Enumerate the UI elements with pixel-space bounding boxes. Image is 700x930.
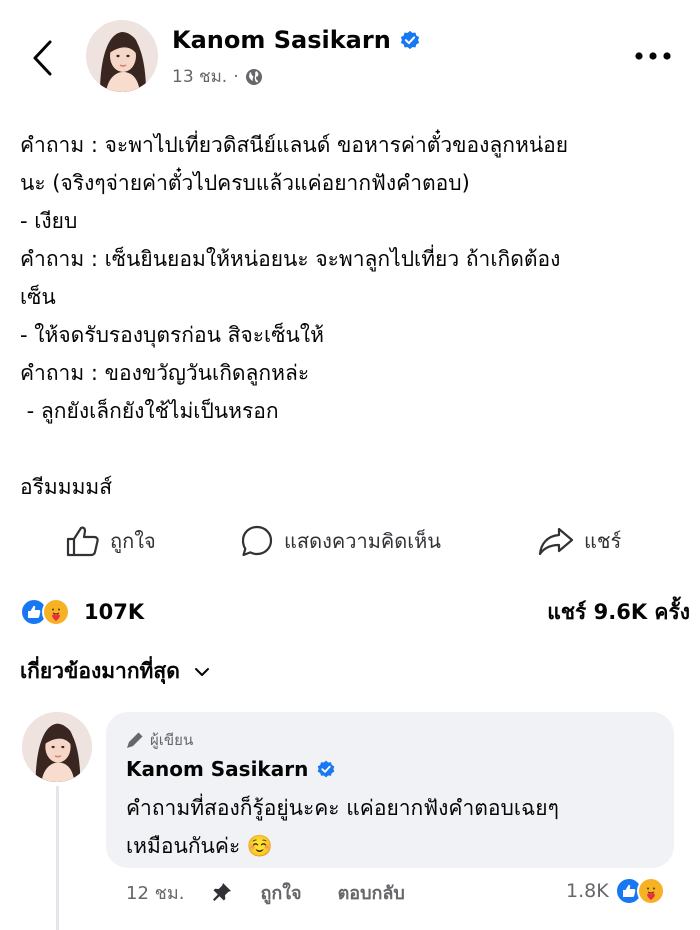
post-author[interactable]: Kanom Sasikarn	[172, 26, 421, 54]
post-text-line: - เงียบ	[20, 209, 78, 233]
pen-icon	[127, 732, 143, 748]
share-button[interactable]: แชร์	[538, 516, 621, 566]
meta-separator: ·	[233, 66, 239, 87]
comment-text-line: คำถามที่สองก็รู้อยู่นะคะ แค่อยากฟังคำตอบ…	[126, 796, 559, 820]
comment-reactions-count: 1.8K	[566, 880, 609, 902]
comment-thread-line	[56, 786, 59, 930]
comment-author[interactable]: Kanom Sasikarn	[126, 757, 336, 781]
care-reaction-icon	[42, 598, 70, 626]
comment-like-button[interactable]: ถูกใจ	[260, 878, 301, 907]
post-text-line: คำถาม : จะพาไปเที่ยวดิสนีย์แลนด์ ขอหารค่…	[20, 133, 569, 157]
post-text-line: นะ (จริงๆจ่ายค่าตั๋วไปครบแล้วแค่อยากฟังค…	[20, 171, 470, 195]
share-arrow-icon	[538, 527, 574, 556]
verified-badge-icon	[318, 760, 335, 778]
comment-time[interactable]: 12 ชม.	[126, 878, 184, 907]
like-label: ถูกใจ	[110, 529, 156, 553]
pin-icon	[212, 882, 232, 902]
post-text-line: อรีมมมมส์	[20, 475, 113, 499]
reactions-summary[interactable]: 107K	[20, 592, 144, 632]
comment-label: แสดงความคิดเห็น	[284, 529, 441, 553]
more-options-button[interactable]	[630, 42, 676, 70]
author-badge: ผู้เขียน	[126, 728, 193, 752]
post-body: คำถาม : จะพาไปเที่ยวดิสนีย์แลนด์ ขอหารค่…	[20, 126, 690, 506]
comment-bubble-icon	[241, 525, 273, 557]
comment-meta: 12 ชม. ถูกใจ ตอบกลับ	[126, 877, 405, 907]
comment-sort-dropdown[interactable]: เกี่ยวข้องมากที่สุด	[20, 655, 210, 688]
comment-author-name: Kanom Sasikarn	[126, 757, 309, 781]
post-text-line: - ให้จดรับรองบุตรก่อน สิจะเซ็นให้	[20, 323, 324, 347]
back-arrow-icon	[33, 40, 52, 76]
share-label: แชร์	[584, 529, 622, 553]
more-dots-icon	[635, 52, 671, 60]
post-text-line: คำถาม : เซ็นยินยอมให้หน่อยนะ จะพาลูกไปเท…	[20, 247, 561, 271]
post-action-bar: ถูกใจ แสดงความคิดเห็น แชร์	[0, 516, 700, 566]
chevron-down-icon	[194, 667, 209, 676]
comment-reply-button[interactable]: ตอบกลับ	[338, 878, 405, 907]
post-author-name: Kanom Sasikarn	[172, 26, 391, 54]
avatar-photo	[86, 20, 158, 92]
avatar-photo	[22, 712, 92, 782]
comment-text-line: เหมือนกันค่ะ ☺️	[126, 834, 274, 858]
thumbs-up-icon	[66, 526, 99, 557]
comment-button[interactable]: แสดงความคิดเห็น	[240, 516, 441, 566]
comment-text: คำถามที่สองก็รู้อยู่นะคะ แค่อยากฟังคำตอบ…	[126, 789, 662, 865]
post-text-line: คำถาม : ของขวัญวันเกิดลูกหล่ะ	[20, 361, 310, 385]
post-meta: 13 ชม. ·	[172, 63, 263, 90]
shares-count[interactable]: แชร์ 9.6K ครั้ง	[547, 596, 690, 629]
author-badge-label: ผู้เขียน	[150, 731, 194, 749]
like-button[interactable]: ถูกใจ	[66, 516, 156, 566]
care-reaction-icon	[636, 877, 665, 905]
post-text-line: - ลูกยังเล็กยังใช้ไม่เป็นหรอก	[20, 399, 279, 423]
comment-reactions[interactable]: 1.8K	[566, 875, 665, 907]
commenter-avatar[interactable]	[22, 712, 92, 782]
verified-badge-icon	[400, 30, 419, 50]
sort-label: เกี่ยวข้องมากที่สุด	[20, 659, 180, 683]
globe-icon	[245, 68, 262, 85]
back-button[interactable]	[22, 36, 62, 80]
post-time[interactable]: 13 ชม.	[172, 63, 227, 90]
comment-reaction-icons	[614, 876, 665, 906]
author-avatar[interactable]	[86, 20, 158, 92]
post-text-line	[20, 430, 690, 468]
reactions-count: 107K	[84, 600, 145, 624]
reaction-icons	[20, 597, 74, 627]
post-text-line: เซ็น	[20, 285, 56, 309]
